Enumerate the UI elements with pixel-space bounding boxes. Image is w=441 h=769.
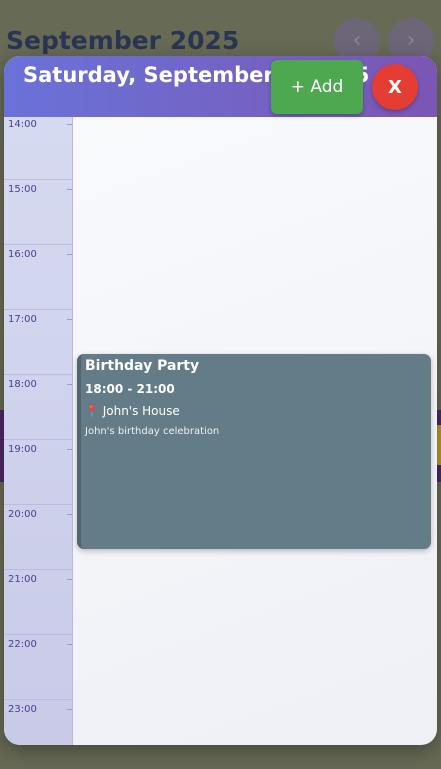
event-location-text: John's House [102,404,180,418]
hour-label: 15:00 [8,184,37,195]
hour-label: 21:00 [8,574,37,585]
hour-label: 18:00 [8,379,37,390]
event-description: John's birthday celebration [85,426,220,437]
hour-row: 15:00 [4,180,72,245]
modal-header: Saturday, September 6, 2025 + Add X [4,56,437,117]
hour-tick [67,644,72,645]
modal-title: Saturday, September 6, 2025 [23,63,370,87]
hour-label: 23:00 [8,704,37,715]
add-event-button[interactable]: + Add [271,60,363,114]
hour-row: 19:00 [4,440,72,505]
hour-tick [67,709,72,710]
hour-label: 19:00 [8,444,37,455]
event-title: Birthday Party [85,358,200,374]
event-birthday-party[interactable]: Birthday Party 18:00 - 21:00 📍 John's Ho… [77,354,431,549]
hour-label: 14:00 [8,119,37,130]
hour-label: 16:00 [8,249,37,260]
hour-row: 17:00 [4,310,72,375]
hour-row: 22:00 [4,635,72,700]
hour-tick [67,124,72,125]
hour-row: 14:00 [4,115,72,180]
hour-row: 21:00 [4,570,72,635]
hour-tick [67,189,72,190]
hour-tick [67,579,72,580]
time-axis: 14:00 15:00 16:00 17:00 18:00 19:00 20:00 21:00… [4,117,73,745]
hour-tick [67,449,72,450]
close-button[interactable]: X [372,64,418,110]
hour-tick [67,254,72,255]
hour-row: 18:00 [4,375,72,440]
hour-label: 17:00 [8,314,37,325]
hour-label: 20:00 [8,509,37,520]
hour-row: 20:00 [4,505,72,570]
month-title: September 2025 [6,26,240,55]
hour-tick [67,514,72,515]
event-location: 📍 John's House [85,404,180,418]
hour-tick [67,319,72,320]
hour-row: 23:00 [4,700,72,745]
day-view-modal: Saturday, September 6, 2025 + Add X 14:0… [4,56,437,745]
hour-row: 16:00 [4,245,72,310]
hour-tick [67,384,72,385]
hour-label: 22:00 [8,639,37,650]
pin-icon: 📍 [85,404,99,418]
event-time: 18:00 - 21:00 [85,382,175,396]
